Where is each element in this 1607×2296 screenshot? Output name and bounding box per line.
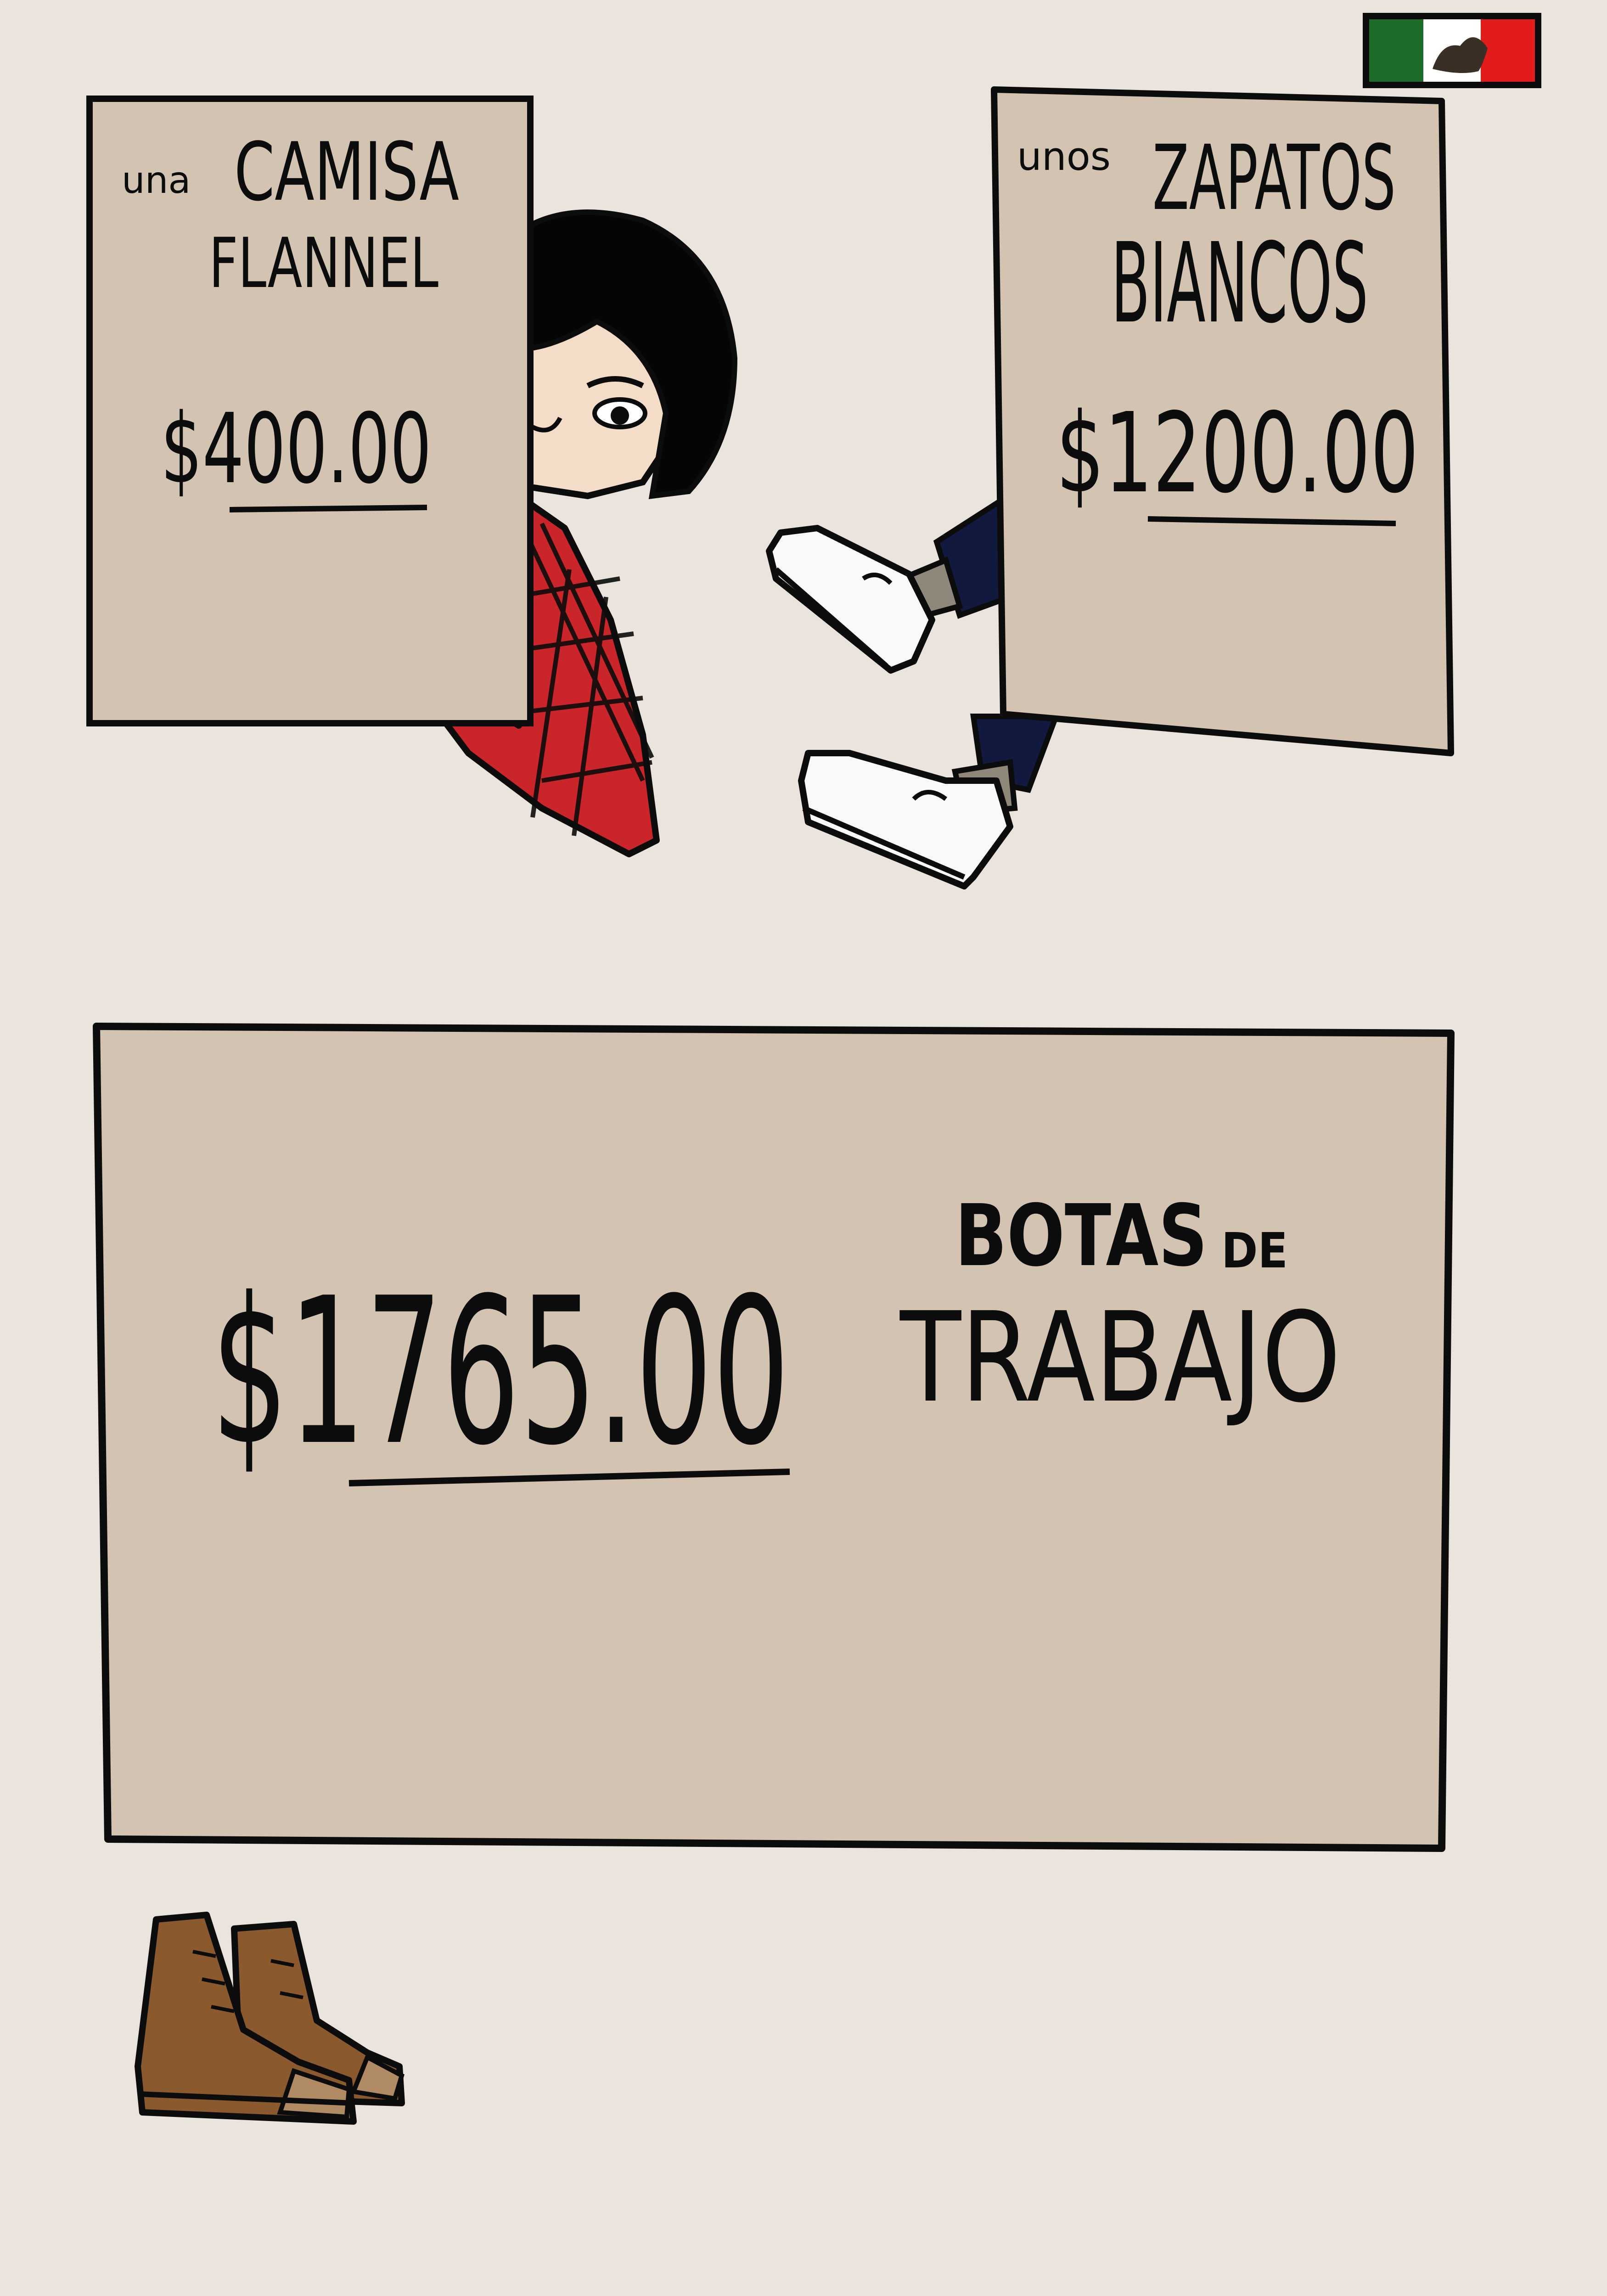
shirt-sign-price: $400.00 [161, 393, 432, 505]
boots-sign-price: $1765.00 [211, 1255, 790, 1490]
boots-sign: $1765.00 BOTAS DE TRABAJO [93, 1023, 1455, 1852]
shoes-sign-article: unos [1017, 134, 1111, 180]
shoes-sign: unos ZAPATOS BIANCOS $1200.00 [991, 86, 1454, 756]
comic-page: una CAMISA FLANNEL $400.00 unos ZAPATOS … [0, 0, 1607, 2296]
boots-sign-line1-suffix: DE [1221, 1223, 1288, 1279]
shoes-sign-line1: ZAPATOS [1152, 126, 1396, 230]
shirt-sign-line2: FLANNEL [209, 224, 438, 304]
work-boots-icon [135, 1912, 405, 2125]
shirt-sign: una CAMISA FLANNEL $400.00 [86, 96, 534, 726]
comic-canvas: una CAMISA FLANNEL $400.00 unos ZAPATOS … [86, 13, 1541, 2125]
shoes-sign-price: $1200.00 [1056, 389, 1419, 518]
boots-sign-line1: BOTAS [955, 1186, 1208, 1285]
shirt-sign-article: una [122, 159, 191, 202]
shirt-price-underline [229, 505, 427, 512]
boots-sign-line2: TRABAJO [899, 1285, 1341, 1430]
mexico-flag-icon [1363, 13, 1541, 88]
shoes-sign-line2: BIANCOS [1111, 219, 1368, 348]
shirt-sign-line1: CAMISA [234, 126, 459, 219]
